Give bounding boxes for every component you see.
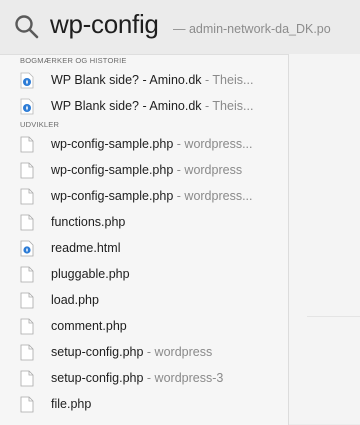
section-header-developer: UDVIKLER [20, 120, 60, 129]
section-header-bookmarks: BOGMÆRKER OG HISTORIE [20, 56, 127, 65]
search-query-input[interactable]: wp-config [50, 9, 159, 40]
result-row-file[interactable]: pluggable.php [0, 261, 288, 287]
preview-divider [307, 316, 360, 317]
text-document-icon [20, 214, 34, 231]
result-subtitle: - Theis... [205, 73, 254, 87]
search-icon [15, 15, 39, 39]
html-document-icon [20, 240, 34, 257]
results-list: BOGMÆRKER OG HISTORIE WP Blank side? - A… [0, 54, 289, 425]
result-row-file[interactable]: readme.html [0, 235, 288, 261]
result-row-file[interactable]: wp-config-sample.php - wordpress [0, 157, 288, 183]
result-row-file[interactable]: wp-config-sample.php - wordpress... [0, 183, 288, 209]
result-row-bookmark[interactable]: WP Blank side? - Amino.dk - Theis... [0, 67, 288, 93]
result-subtitle: - wordpress [146, 345, 213, 359]
text-document-icon [20, 188, 34, 205]
result-row-file[interactable]: setup-config.php - wordpress [0, 339, 288, 365]
safari-bookmark-icon [20, 98, 34, 115]
result-subtitle: - Theis... [205, 99, 254, 113]
result-title: readme.html [51, 241, 121, 255]
text-document-icon [20, 370, 34, 387]
text-document-icon [20, 344, 34, 361]
text-document-icon [20, 318, 34, 335]
result-row-file[interactable]: load.php [0, 287, 288, 313]
result-subtitle: - wordpress [176, 163, 243, 177]
result-title: setup-config.php [51, 345, 144, 359]
result-row-file[interactable]: functions.php [0, 209, 288, 235]
result-subtitle: - wordpress... [176, 137, 253, 151]
result-title: file.php [51, 397, 92, 411]
text-document-icon [20, 396, 34, 413]
result-subtitle: - wordpress... [176, 189, 253, 203]
result-row-bookmark[interactable]: WP Blank side? - Amino.dk - Theis... [0, 93, 288, 119]
preview-pane [289, 54, 360, 424]
text-document-icon [20, 292, 34, 309]
safari-bookmark-icon [20, 72, 34, 89]
result-title: WP Blank side? - Amino.dk [51, 99, 202, 113]
result-row-file[interactable]: comment.php [0, 313, 288, 339]
result-title: setup-config.php [51, 371, 144, 385]
result-title: wp-config-sample.php [51, 137, 174, 151]
text-document-icon [20, 162, 34, 179]
result-subtitle: - wordpress-3 [146, 371, 224, 385]
result-row-file[interactable]: wp-config-sample.php - wordpress... [0, 131, 288, 157]
search-completion-hint: — admin-network-da_DK.po [173, 22, 331, 36]
result-title: wp-config-sample.php [51, 163, 174, 177]
result-title: pluggable.php [51, 267, 130, 281]
result-title: comment.php [51, 319, 127, 333]
text-document-icon [20, 136, 34, 153]
text-document-icon [20, 266, 34, 283]
result-title: load.php [51, 293, 99, 307]
result-title: WP Blank side? - Amino.dk [51, 73, 202, 87]
spotlight-search-bar[interactable]: wp-config — admin-network-da_DK.po [0, 0, 360, 54]
result-title: functions.php [51, 215, 126, 229]
result-row-file[interactable]: setup-config.php - wordpress-3 [0, 365, 288, 391]
result-row-file[interactable]: file.php [0, 391, 288, 417]
result-title: wp-config-sample.php [51, 189, 174, 203]
